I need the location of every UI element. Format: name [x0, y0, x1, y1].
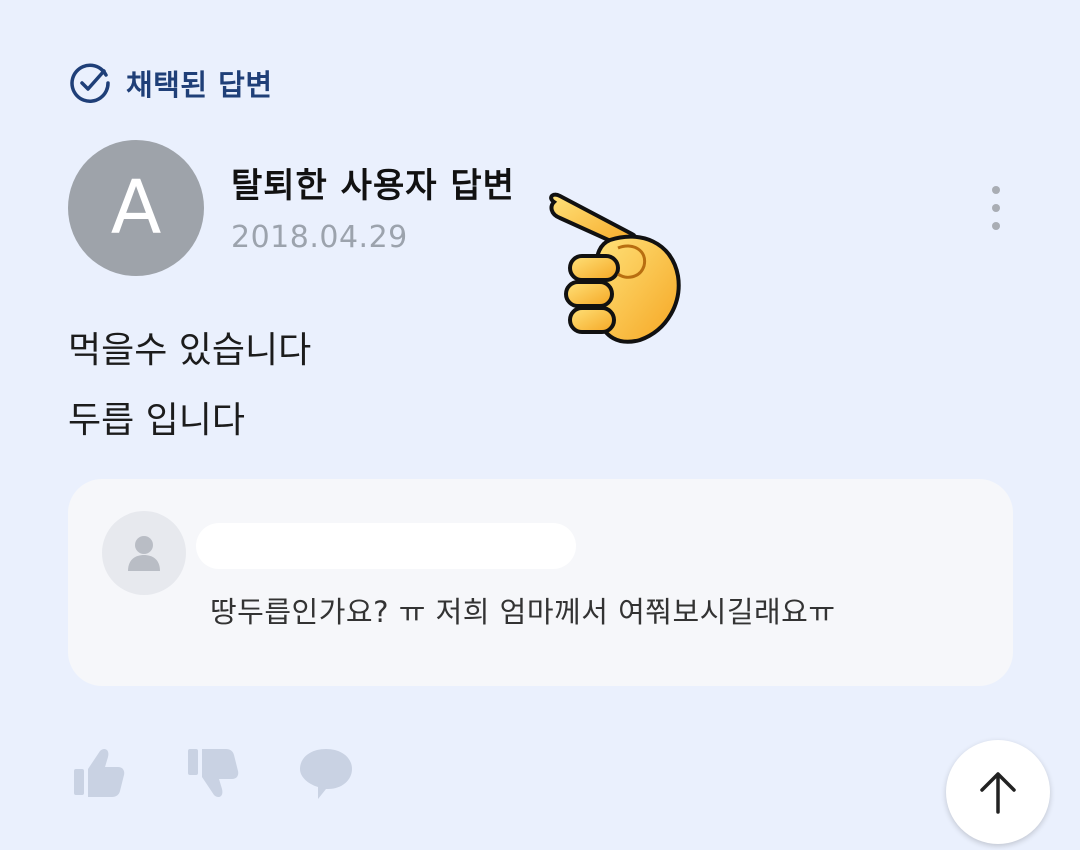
speech-bubble-icon[interactable] [298, 745, 354, 801]
comment-author-redacted [196, 523, 576, 569]
avatar-letter: A [110, 165, 162, 251]
comment-text: 땅두릅인가요? ㅠ 저희 엄마께서 여쭤보시길래요ㅠ [210, 595, 836, 629]
accepted-answer-label: 채택된 답변 [126, 68, 273, 102]
more-vertical-icon-dot [992, 204, 1000, 212]
thumbs-down-icon[interactable] [184, 745, 240, 801]
avatar: A [68, 140, 204, 276]
more-options-button[interactable] [984, 186, 1008, 230]
comment-avatar [102, 511, 186, 595]
arrow-up-icon [980, 772, 1016, 814]
scroll-to-top-button[interactable] [946, 740, 1050, 844]
user-silhouette-icon [128, 536, 160, 571]
answer-date: 2018.04.29 [231, 220, 408, 255]
pointing-hand-icon [549, 192, 681, 344]
answer-line: 먹을수 있습니다 [68, 330, 312, 371]
author-name: 탈퇴한 사용자 답변 [231, 166, 515, 206]
answer-line: 두릅 입니다 [68, 400, 246, 441]
accepted-answer-badge: 채택된 답변 [68, 60, 273, 106]
more-vertical-icon-dot [992, 186, 1000, 194]
check-circle-icon [70, 63, 110, 103]
thumbs-up-icon[interactable] [70, 745, 126, 801]
answer-body: 먹을수 있습니다 두릅 입니다 [68, 316, 311, 456]
more-vertical-icon-dot [992, 222, 1000, 230]
comment-card: 땅두릅인가요? ㅠ 저희 엄마께서 여쭤보시길래요ㅠ [68, 479, 1013, 686]
